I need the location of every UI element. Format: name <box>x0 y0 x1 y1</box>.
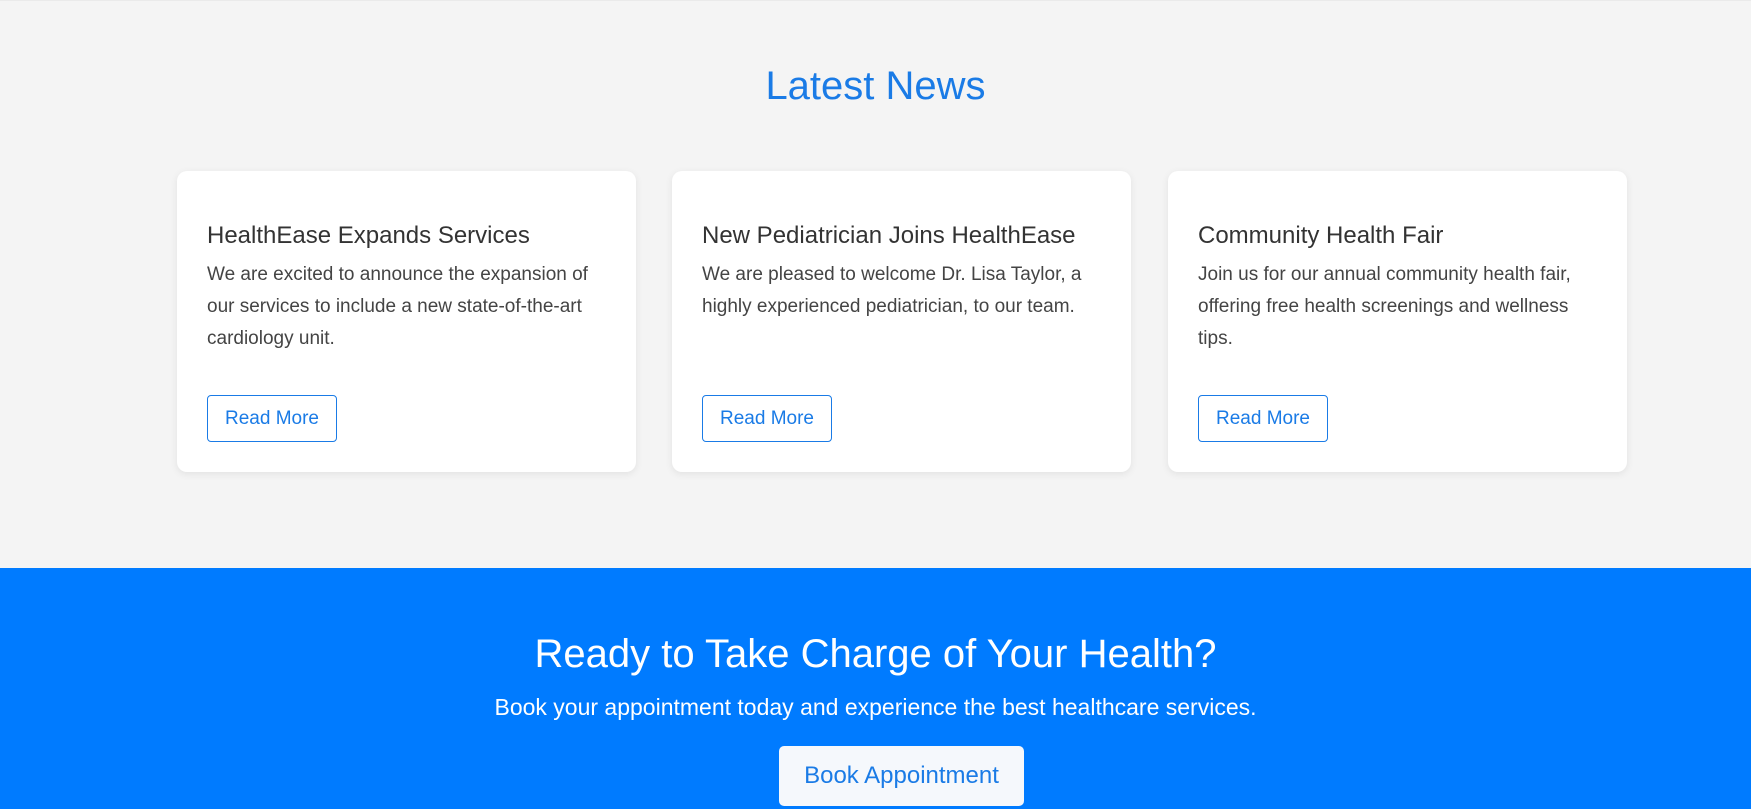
news-card-title: New Pediatrician Joins HealthEase <box>702 222 1076 249</box>
news-card-text: We are pleased to welcome Dr. Lisa Taylo… <box>702 264 1082 317</box>
read-more-button[interactable]: Read More <box>207 395 337 442</box>
read-more-button[interactable]: Read More <box>1198 395 1328 442</box>
latest-news-heading: Latest News <box>765 64 986 108</box>
news-card-text: We are excited to announce the expansion… <box>207 264 588 349</box>
appointment-cta-section: Ready to Take Charge of Your Health? Boo… <box>0 568 1751 809</box>
news-card-title: Community Health Fair <box>1198 222 1444 249</box>
news-card-text: Join us for our annual community health … <box>1198 264 1571 349</box>
news-card: New Pediatrician Joins HealthEase We are… <box>672 171 1131 472</box>
latest-news-section: Latest News HealthEase Expands Services … <box>0 0 1751 568</box>
news-card: Community Health Fair Join us for our an… <box>1168 171 1627 472</box>
cta-heading: Ready to Take Charge of Your Health? <box>534 632 1217 676</box>
cta-text: Book your appointment today and experien… <box>494 694 1257 720</box>
book-appointment-button[interactable]: Book Appointment <box>779 746 1024 806</box>
news-card-title: HealthEase Expands Services <box>207 222 530 249</box>
read-more-button[interactable]: Read More <box>702 395 832 442</box>
news-card: HealthEase Expands Services We are excit… <box>177 171 636 472</box>
